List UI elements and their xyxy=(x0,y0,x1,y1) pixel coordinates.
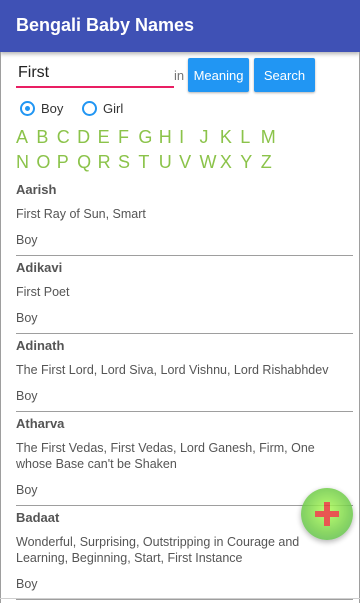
name-gender: Boy xyxy=(16,483,38,497)
name-meaning: First Poet xyxy=(16,285,70,299)
alphabet-letter[interactable]: Z xyxy=(261,152,281,173)
add-fab-button[interactable] xyxy=(301,488,353,540)
alphabet-letter[interactable]: E xyxy=(98,127,118,148)
name-meaning: Wonderful, Surprising, Outstripping in C… xyxy=(16,535,300,565)
alphabet-row-1: ABCDEFGHIJKLM xyxy=(16,127,281,148)
alphabet-letter[interactable]: G xyxy=(138,127,158,148)
alphabet-letter[interactable]: W xyxy=(200,152,220,173)
name-list: Aarish First Ray of Sun, Smart Boy Adikavi F… xyxy=(16,178,353,600)
alphabet-letter[interactable]: N xyxy=(16,152,36,173)
search-input[interactable] xyxy=(16,60,174,88)
alphabet-letter[interactable]: H xyxy=(159,127,179,148)
alphabet-row-2: NOPQRSTUVWXYZ xyxy=(16,152,281,173)
alphabet-letter[interactable]: O xyxy=(36,152,56,173)
add-icon xyxy=(315,502,339,526)
name-title: Adinath xyxy=(16,338,65,353)
name-list-item[interactable]: Aarish First Ray of Sun, Smart Boy xyxy=(16,178,353,256)
name-meaning: The First Vedas, First Vedas, Lord Ganes… xyxy=(16,441,315,471)
alphabet-letter[interactable]: R xyxy=(98,152,118,173)
alphabet-letter[interactable]: J xyxy=(200,127,220,148)
radio-unchecked-icon xyxy=(82,100,97,116)
name-list-item[interactable]: Atharva The First Vedas, First Vedas, Lor… xyxy=(16,412,353,506)
bottom-divider xyxy=(0,598,360,599)
alphabet-letter[interactable]: S xyxy=(118,152,138,173)
alphabet-letter[interactable]: T xyxy=(138,152,158,173)
alphabet-letter[interactable]: B xyxy=(36,127,56,148)
radio-boy-label: Boy xyxy=(41,100,64,116)
name-meaning: First Ray of Sun, Smart xyxy=(16,207,146,221)
app-title: Bengali Baby Names xyxy=(16,15,195,35)
alphabet-letter[interactable]: P xyxy=(57,152,77,173)
name-title: Adikavi xyxy=(16,260,63,275)
alphabet-letter[interactable]: A xyxy=(16,127,36,148)
in-label: in xyxy=(174,68,185,83)
alphabet-letter[interactable]: M xyxy=(261,127,281,148)
radio-girl[interactable]: Girl xyxy=(82,98,123,118)
alphabet-letter[interactable]: X xyxy=(220,152,240,173)
frame-border-left xyxy=(0,52,1,603)
alphabet-letter[interactable]: Y xyxy=(240,152,260,173)
alphabet-letter[interactable]: C xyxy=(57,127,77,148)
alphabet-letter[interactable]: V xyxy=(179,152,199,173)
gender-radio-group: Boy Girl xyxy=(20,98,220,118)
alphabet-letter[interactable]: K xyxy=(220,127,240,148)
alphabet-letter[interactable]: D xyxy=(77,127,97,148)
radio-girl-label: Girl xyxy=(103,100,124,116)
name-gender: Boy xyxy=(16,389,38,403)
alphabet-letter[interactable]: F xyxy=(118,127,138,148)
name-list-item[interactable]: Adinath The First Lord, Lord Siva, Lord V… xyxy=(16,334,353,412)
meaning-button[interactable]: Meaning xyxy=(188,58,249,92)
name-gender: Boy xyxy=(16,577,38,591)
name-gender: Boy xyxy=(16,233,38,247)
name-meaning: The First Lord, Lord Siva, Lord Vishnu, … xyxy=(16,363,329,377)
name-title: Atharva xyxy=(16,416,65,431)
name-title: Aarish xyxy=(16,182,57,197)
radio-boy[interactable]: Boy xyxy=(20,98,63,118)
name-list-item[interactable]: Adikavi First Poet Boy xyxy=(16,256,353,334)
app-bar: Bengali Baby Names xyxy=(0,0,360,52)
search-button[interactable]: Search xyxy=(254,58,315,92)
name-gender: Boy xyxy=(16,311,38,325)
alphabet-letter[interactable]: I xyxy=(179,127,199,148)
alphabet-letter[interactable]: L xyxy=(240,127,260,148)
radio-checked-icon xyxy=(20,100,35,116)
alphabet-letter[interactable]: Q xyxy=(77,152,97,173)
alphabet-letter[interactable]: U xyxy=(159,152,179,173)
